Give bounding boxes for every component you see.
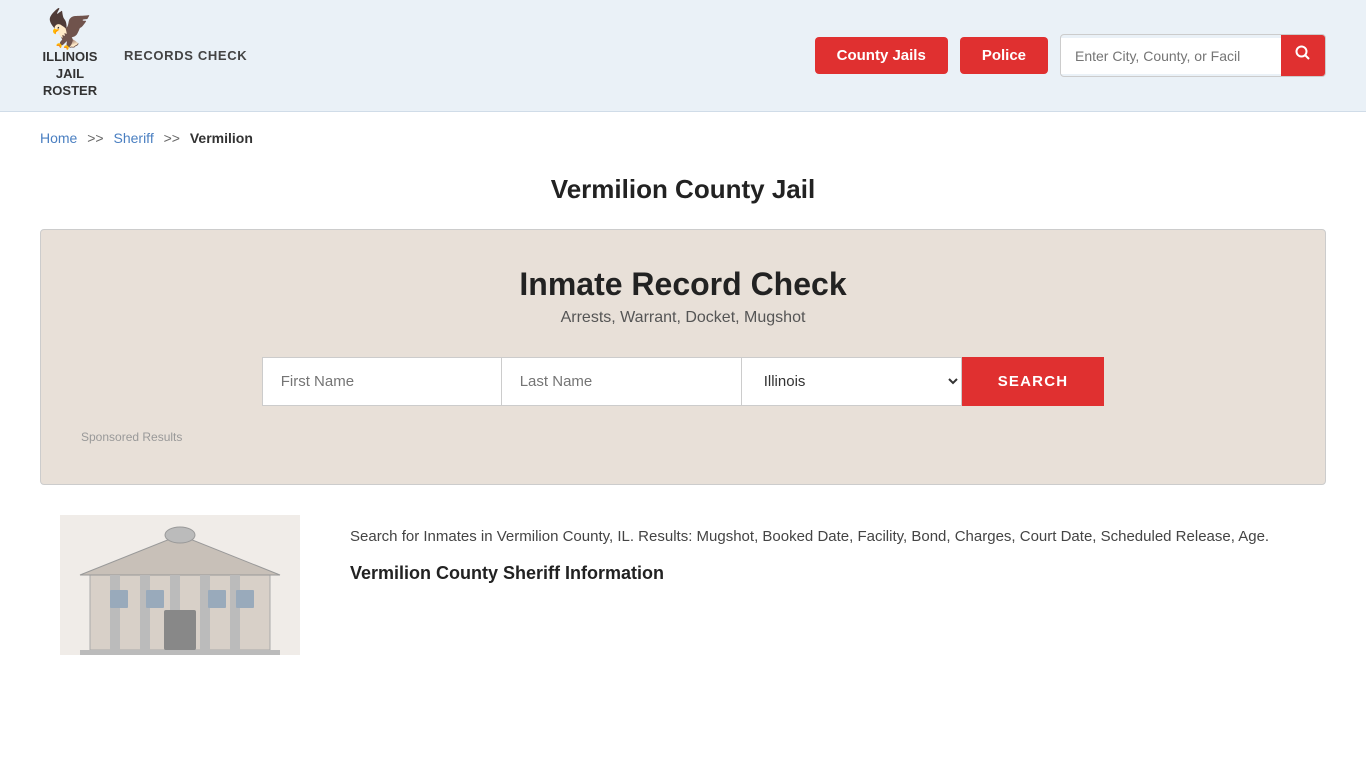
breadcrumb-sep1: >> — [87, 130, 103, 146]
header-search-bar — [1060, 34, 1326, 77]
county-jails-button[interactable]: County Jails — [815, 37, 948, 74]
sponsored-label: Sponsored Results — [81, 430, 1285, 444]
record-check-box: Inmate Record Check Arrests, Warrant, Do… — [40, 229, 1326, 485]
description-text: Search for Inmates in Vermilion County, … — [350, 525, 1326, 549]
breadcrumb-current: Vermilion — [190, 130, 253, 146]
breadcrumb: Home >> Sheriff >> Vermilion — [0, 112, 1366, 164]
last-name-input[interactable] — [502, 357, 742, 406]
breadcrumb-home[interactable]: Home — [40, 130, 77, 146]
record-check-subtitle: Arrests, Warrant, Docket, Mugshot — [81, 309, 1285, 327]
courthouse-icon — [60, 515, 300, 655]
state-select[interactable]: Illinois — [742, 357, 962, 406]
header: 🦅 ILLINOIS JAIL ROSTER RECORDS CHECK Cou… — [0, 0, 1366, 112]
header-search-input[interactable] — [1061, 38, 1281, 74]
courthouse-image — [40, 515, 320, 655]
illinois-flag-icon: 🦅 — [46, 11, 93, 49]
bottom-section: Search for Inmates in Vermilion County, … — [0, 515, 1366, 685]
record-check-heading: Inmate Record Check — [81, 266, 1285, 303]
first-name-input[interactable] — [262, 357, 502, 406]
bottom-text: Search for Inmates in Vermilion County, … — [350, 515, 1326, 584]
police-button[interactable]: Police — [960, 37, 1048, 74]
header-search-button[interactable] — [1281, 35, 1325, 76]
logo-area: 🦅 ILLINOIS JAIL ROSTER RECORDS CHECK — [40, 18, 247, 93]
breadcrumb-sheriff[interactable]: Sheriff — [114, 130, 154, 146]
logo-icon: 🦅 ILLINOIS JAIL ROSTER — [40, 18, 100, 93]
records-check-label: RECORDS CHECK — [124, 48, 247, 63]
logo-text: ILLINOIS JAIL ROSTER — [40, 49, 100, 100]
sheriff-heading: Vermilion County Sheriff Information — [350, 563, 1326, 584]
page-title: Vermilion County Jail — [0, 174, 1366, 205]
nav-right: County Jails Police — [815, 34, 1326, 77]
search-button[interactable]: SEARCH — [962, 357, 1105, 406]
inmate-search-form: Illinois SEARCH — [81, 357, 1285, 406]
search-icon — [1295, 45, 1311, 61]
breadcrumb-sep2: >> — [164, 130, 180, 146]
